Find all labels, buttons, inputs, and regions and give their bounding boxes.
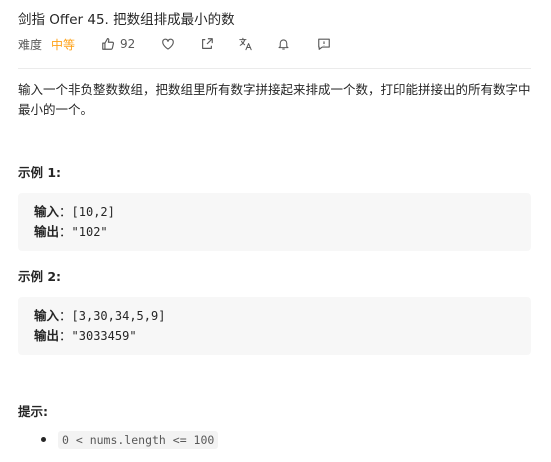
share-button[interactable] <box>200 37 214 51</box>
example-2-output-colon: ： <box>59 328 72 343</box>
example-2-output-line: 输出："3033459" <box>34 327 137 345</box>
problem-meta-bar: 难度 中等 92 <box>18 34 331 54</box>
example-1-block: 输入：[10,2] 输出："102" <box>18 193 531 251</box>
example-2-input-value: [3,30,34,5,9] <box>71 309 166 323</box>
example-2-input-line: 输入：[3,30,34,5,9] <box>34 307 165 325</box>
translate-button[interactable] <box>238 37 253 51</box>
example-1-input-colon: ： <box>59 204 72 219</box>
example-1-output-line: 输出："102" <box>34 223 108 241</box>
example-2-output-label: 输出 <box>34 328 60 343</box>
like-count: 92 <box>120 37 136 51</box>
example-2-output-value: "3033459" <box>71 329 137 343</box>
tips-title: 提示: <box>18 404 48 419</box>
example-1-title: 示例 1: <box>18 165 62 180</box>
subscribe-button[interactable] <box>277 37 290 51</box>
difficulty-badge: 中等 <box>51 37 76 52</box>
example-1-output-value: "102" <box>71 225 108 239</box>
example-2-title: 示例 2: <box>18 269 62 284</box>
like-button[interactable]: 92 <box>101 37 135 51</box>
example-2-block: 输入：[3,30,34,5,9] 输出："3033459" <box>18 297 531 355</box>
example-1-input-value: [10,2] <box>71 205 115 219</box>
example-1-input-line: 输入：[10,2] <box>34 203 115 221</box>
example-2-input-label: 输入 <box>34 308 60 323</box>
feedback-icon <box>318 38 331 50</box>
example-1-output-colon: ： <box>59 224 72 239</box>
example-1-output-label: 输出 <box>34 224 60 239</box>
difficulty-label: 难度 <box>18 37 43 52</box>
thumbs-up-icon <box>101 37 115 51</box>
tip-bullet <box>41 437 46 442</box>
problem-title: 剑指 Offer 45. 把数组排成最小的数 <box>18 12 235 28</box>
heart-icon <box>162 38 175 50</box>
feedback-button[interactable] <box>317 37 331 51</box>
problem-description: 输入一个非负整数数组，把数组里所有数字拼接起来排成一个数，打印能拼接出的所有数字… <box>18 82 531 117</box>
header-divider <box>18 68 531 69</box>
example-1-input-label: 输入 <box>34 204 60 219</box>
bell-icon <box>278 39 289 50</box>
share-icon <box>202 38 214 49</box>
tip-constraint-code: 0 < nums.length <= 100 <box>58 431 219 449</box>
favorite-button[interactable] <box>161 37 175 51</box>
example-2-input-colon: ： <box>59 308 72 323</box>
translate-icon <box>239 37 253 51</box>
